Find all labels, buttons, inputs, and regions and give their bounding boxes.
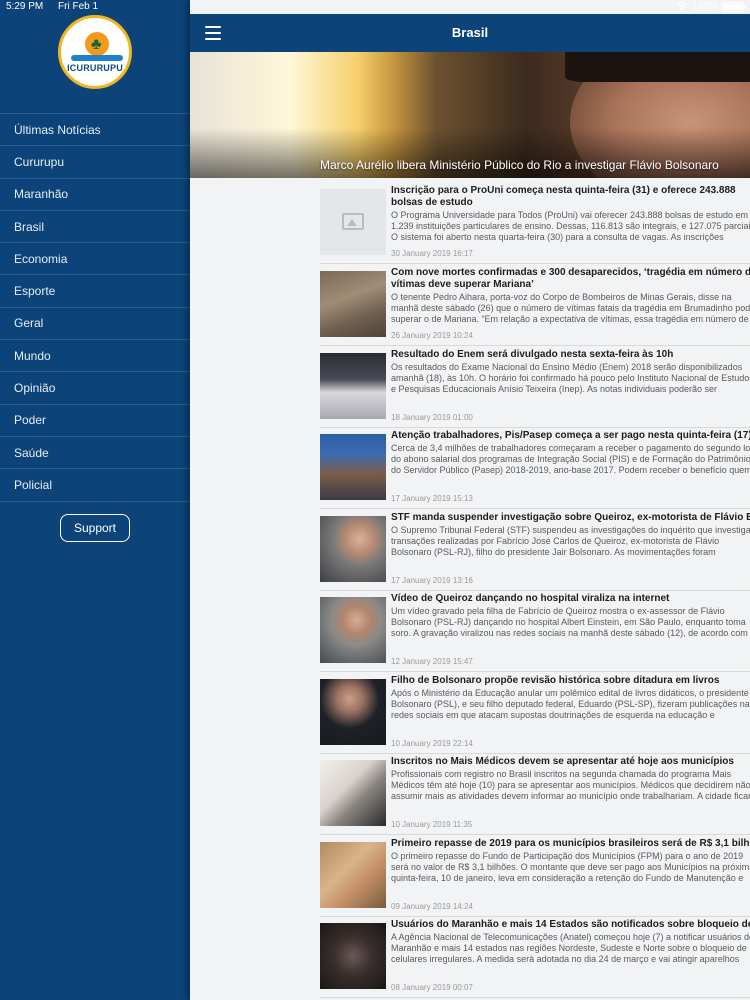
article-item[interactable]: Inscrição para o ProUni começa nesta qui… <box>320 183 750 264</box>
article-title: Inscritos no Mais Médicos devem se apres… <box>391 756 734 767</box>
app-logo[interactable]: ♣ ICURURUPU <box>58 15 132 89</box>
sidebar-item-policial[interactable]: Policial <box>0 469 190 502</box>
article-summary: Cerca de 3,4 milhões de trabalhadores co… <box>391 443 750 475</box>
article-item[interactable]: Com nove mortes confirmadas e 300 desapa… <box>320 265 750 346</box>
page-title: Brasil <box>451 25 489 40</box>
article-thumbnail <box>320 679 386 745</box>
article-thumbnail <box>320 434 386 500</box>
article-thumbnail <box>320 842 386 908</box>
article-summary: Um vídeo gravado pela filha de Fabrício … <box>391 606 750 638</box>
article-item[interactable]: Vídeo de Queiroz dançando no hospital vi… <box>320 591 750 672</box>
hero-photo-hair <box>565 52 750 82</box>
article-title: Usuários do Maranhão e mais 14 Estados s… <box>391 919 750 930</box>
article-title: STF manda suspender investigação sobre Q… <box>391 512 750 523</box>
article-thumbnail <box>320 760 386 826</box>
sidebar-item-esporte[interactable]: Esporte <box>0 275 190 308</box>
article-item[interactable]: Atenção trabalhadores, Pis/Pasep começa … <box>320 428 750 509</box>
status-left: 5:29 PM Fri Feb 1 <box>6 1 110 12</box>
article-thumbnail <box>320 597 386 663</box>
article-thumbnail <box>320 516 386 582</box>
article-summary: Profissionais com registro no Brasil ins… <box>391 769 750 801</box>
article-date: 26 January 2019 10:24 <box>391 331 473 340</box>
article-item[interactable]: Resultado do Enem será divulgado nesta s… <box>320 347 750 428</box>
sidebar-item-geral[interactable]: Geral <box>0 308 190 341</box>
article-date: 30 January 2019 16:17 <box>391 249 473 258</box>
battery-icon <box>722 1 746 12</box>
article-date: 08 January 2019 00:07 <box>391 983 473 992</box>
nav-bar: Brasil <box>190 14 750 52</box>
article-item[interactable]: Filho de Bolsonaro propõe revisão histór… <box>320 673 750 754</box>
sidebar: ♣ ICURURUPU Últimas Notícias Cururupu Ma… <box>0 0 190 1000</box>
sidebar-menu: Últimas Notícias Cururupu Maranhão Brasi… <box>0 113 190 502</box>
sidebar-item-saude[interactable]: Saúde <box>0 437 190 470</box>
article-date: 17 January 2019 15:13 <box>391 494 473 503</box>
sidebar-item-mundo[interactable]: Mundo <box>0 340 190 373</box>
support-button[interactable]: Support <box>60 514 130 542</box>
article-title: Atenção trabalhadores, Pis/Pasep começa … <box>391 430 750 441</box>
article-title: Com nove mortes confirmadas e 300 desapa… <box>391 267 750 290</box>
article-item[interactable]: Usuários do Maranhão e mais 14 Estados s… <box>320 917 750 998</box>
battery-percent: 100% <box>692 1 718 12</box>
logo-wave-icon <box>71 55 123 61</box>
article-item[interactable]: Primeiro repasse de 2019 para os municíp… <box>320 836 750 917</box>
logo-text: ICURURUPU <box>67 63 123 73</box>
image-placeholder-icon <box>320 189 386 255</box>
main-content: Brasil Marco Aurélio libera Ministério P… <box>190 0 750 1000</box>
sidebar-item-cururupu[interactable]: Cururupu <box>0 146 190 179</box>
status-right: 100% <box>676 1 746 12</box>
article-summary: O tenente Pedro Aihara, porta-voz do Cor… <box>391 292 750 324</box>
logo-palm-icon: ♣ <box>91 36 102 53</box>
sidebar-item-ultimas-noticias[interactable]: Últimas Notícias <box>0 114 190 147</box>
wifi-icon <box>676 2 689 11</box>
status-time: 5:29 PM <box>6 1 44 12</box>
sidebar-item-economia[interactable]: Economia <box>0 243 190 276</box>
sidebar-item-brasil[interactable]: Brasil <box>0 211 190 244</box>
article-date: 09 January 2019 14:24 <box>391 902 473 911</box>
article-summary: O primeiro repasse do Fundo de Participa… <box>391 851 750 883</box>
article-summary: O Supremo Tribunal Federal (STF) suspend… <box>391 525 750 557</box>
status-bar: 5:29 PM Fri Feb 1 100% <box>0 0 750 14</box>
article-summary: O Programa Universidade para Todos (ProU… <box>391 210 750 242</box>
hero-banner[interactable]: Marco Aurélio libera Ministério Público … <box>190 52 750 178</box>
article-title: Inscrição para o ProUni começa nesta qui… <box>391 185 736 208</box>
sidebar-item-opiniao[interactable]: Opinião <box>0 372 190 405</box>
article-summary: Após o Ministério da Educação anular um … <box>391 688 750 720</box>
article-thumbnail <box>320 353 386 419</box>
article-item[interactable]: STF manda suspender investigação sobre Q… <box>320 510 750 591</box>
article-summary: A Agência Nacional de Telecomunicações (… <box>391 932 750 964</box>
article-title: Resultado do Enem será divulgado nesta s… <box>391 349 674 360</box>
article-item[interactable]: Inscritos no Mais Médicos devem se apres… <box>320 754 750 835</box>
article-date: 17 January 2019 13:16 <box>391 576 473 585</box>
article-thumbnail <box>320 271 386 337</box>
status-date: Fri Feb 1 <box>58 1 99 12</box>
battery-fill <box>724 3 742 10</box>
article-title: Filho de Bolsonaro propõe revisão histór… <box>391 675 720 686</box>
sidebar-item-poder[interactable]: Poder <box>0 405 190 437</box>
article-date: 18 January 2019 01:00 <box>391 413 473 422</box>
article-date: 10 January 2019 11:35 <box>391 820 473 829</box>
article-thumbnail <box>320 923 386 989</box>
article-summary: Os resultados do Exame Nacional do Ensin… <box>391 362 750 394</box>
sidebar-item-maranhao[interactable]: Maranhão <box>0 179 190 211</box>
article-date: 12 January 2019 15:47 <box>391 657 473 666</box>
article-title: Primeiro repasse de 2019 para os municíp… <box>391 838 750 849</box>
article-date: 10 January 2019 22:14 <box>391 739 473 748</box>
hero-caption[interactable]: Marco Aurélio libera Ministério Público … <box>320 158 719 172</box>
article-title: Vídeo de Queiroz dançando no hospital vi… <box>391 593 670 604</box>
